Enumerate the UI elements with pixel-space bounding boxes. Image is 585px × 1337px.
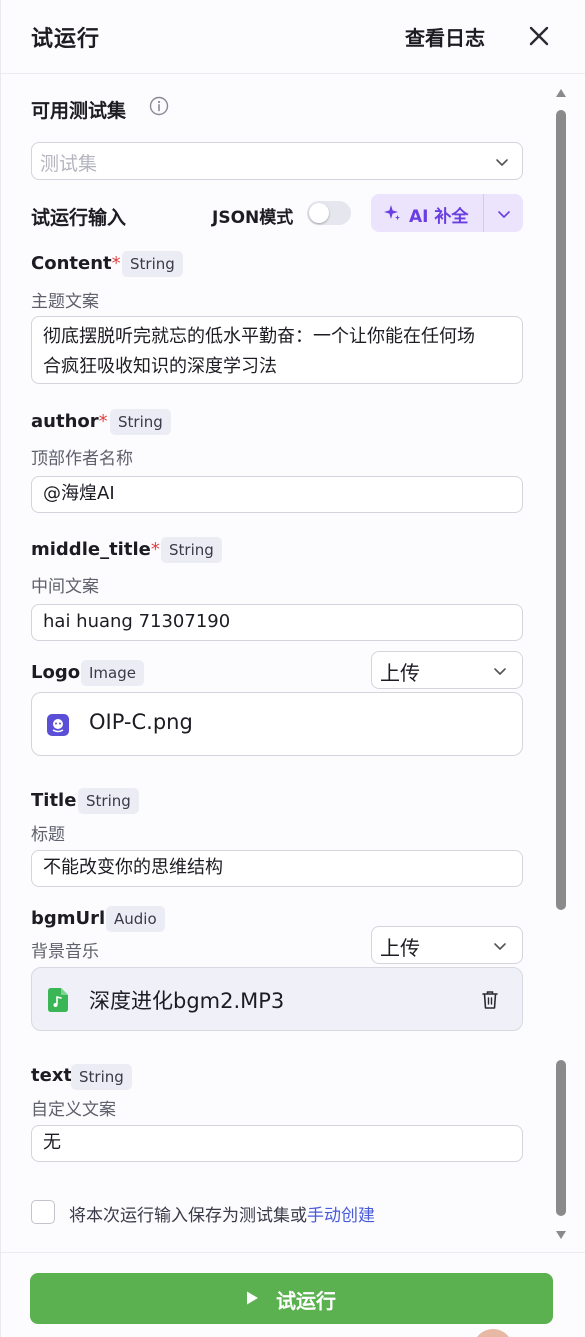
scroll-up-icon[interactable] [555, 88, 567, 98]
form-scroll-area[interactable]: 可用测试集 测试集 试运行输入 JSON模式 AI 补全 Content* St… [1, 74, 585, 1252]
chevron-down-icon [498, 211, 510, 218]
title-desc: 标题 [31, 825, 65, 845]
info-icon[interactable] [149, 96, 169, 116]
bgm-upload-mode-select[interactable]: 上传 [371, 926, 523, 964]
view-log-link[interactable]: 查看日志 [405, 22, 485, 51]
type-tag: String [110, 409, 171, 435]
ai-fill-label: AI 补全 [409, 207, 469, 227]
logo-file-name: OIP-C.png [89, 710, 193, 734]
type-tag: String [122, 251, 183, 277]
chevron-down-icon [496, 159, 508, 166]
save-as-testset-text: 将本次运行输入保存为测试集或手动创建 [69, 1201, 375, 1226]
json-mode-toggle[interactable] [307, 201, 351, 225]
close-icon[interactable] [525, 22, 553, 50]
type-tag: String [71, 1064, 132, 1090]
middle-title-field-label: middle_title* [31, 539, 160, 560]
upload-mode-value: 上传 [380, 936, 420, 960]
upload-mode-value: 上传 [380, 661, 420, 685]
author-input[interactable]: @海煌AI [31, 476, 523, 513]
toggle-knob [309, 203, 329, 223]
json-mode-label: JSON模式 [212, 208, 294, 228]
text-desc: 自定义文案 [31, 1100, 116, 1120]
content-field-label: Content* [31, 253, 121, 274]
panel-header: 试运行 查看日志 [1, 0, 585, 74]
scroll-down-icon[interactable] [555, 1230, 567, 1240]
bgm-file-name: 深度进化bgm2.MP3 [89, 989, 285, 1013]
trash-icon[interactable] [481, 990, 499, 1010]
bgm-field-label: bgmUrl [31, 908, 106, 929]
scrollbar-thumb[interactable] [556, 110, 566, 910]
ai-fill-button[interactable]: AI 补全 [371, 194, 483, 232]
ai-fill-button-group: AI 补全 [371, 194, 523, 232]
manual-create-link[interactable]: 手动创建 [307, 1206, 375, 1226]
type-tag: String [78, 788, 139, 814]
middle-title-name: middle_title [31, 539, 151, 560]
testset-label: 可用测试集 [31, 100, 127, 122]
content-name: Content [31, 253, 112, 274]
content-line-2: 合疯狂吸收知识的深度学习法 [43, 356, 277, 377]
type-tag: Audio [106, 906, 165, 932]
required-mark: * [98, 411, 108, 432]
logo-upload-mode-select[interactable]: 上传 [371, 651, 523, 689]
test-run-label: 试运行 [276, 1289, 336, 1313]
author-name: author [31, 411, 99, 432]
test-run-panel: 试运行 查看日志 可用测试集 测试集 试运行输入 JSON模式 AI 补全 Co… [0, 0, 585, 1337]
middle-title-desc: 中间文案 [31, 577, 99, 597]
panel-footer: 试运行 [1, 1252, 585, 1337]
author-desc: 顶部作者名称 [31, 449, 133, 469]
bgm-desc: 背景音乐 [31, 942, 99, 962]
author-field-label: author* [31, 411, 108, 432]
text-field-label: text [31, 1065, 73, 1086]
required-mark: * [150, 539, 160, 560]
required-mark: * [111, 253, 121, 274]
type-tag: Image [81, 660, 144, 686]
scrollbar[interactable] [553, 82, 569, 1244]
ai-fill-dropdown[interactable] [484, 194, 523, 232]
scrollbar-thumb-lower[interactable] [556, 1060, 566, 1216]
save-as-testset-label: 将本次运行输入保存为测试集或 [69, 1206, 307, 1226]
test-run-button[interactable]: 试运行 [30, 1273, 553, 1324]
middle-title-input[interactable]: hai huang 71307190 [31, 604, 523, 641]
sparkle-icon [384, 205, 400, 221]
testset-placeholder: 测试集 [40, 153, 98, 175]
bgm-file-box[interactable]: 深度进化bgm2.MP3 [31, 967, 523, 1031]
logo-file-box[interactable]: OIP-C.png [31, 692, 523, 756]
text-input[interactable]: 无 [31, 1125, 523, 1162]
title-field-label: Title [31, 790, 77, 811]
content-line-1: 彻底摆脱听完就忘的低水平勤奋：一个让你能在任何场 [43, 326, 475, 347]
image-file-icon [47, 714, 69, 736]
logo-field-label: Logo [31, 662, 81, 683]
save-as-testset-checkbox[interactable] [31, 1200, 55, 1224]
testset-select[interactable]: 测试集 [31, 142, 523, 180]
chevron-down-icon [494, 668, 506, 675]
run-input-label: 试运行输入 [31, 207, 127, 229]
type-tag: String [161, 537, 222, 563]
chevron-down-icon [494, 943, 506, 950]
panel-title: 试运行 [31, 27, 101, 52]
content-desc: 主题文案 [31, 292, 99, 312]
content-input[interactable]: 彻底摆脱听完就忘的低水平勤奋：一个让你能在任何场 合疯狂吸收知识的深度学习法 [31, 316, 523, 384]
title-input[interactable]: 不能改变你的思维结构 [31, 850, 523, 887]
audio-file-icon [48, 988, 68, 1012]
play-icon [247, 1291, 258, 1305]
